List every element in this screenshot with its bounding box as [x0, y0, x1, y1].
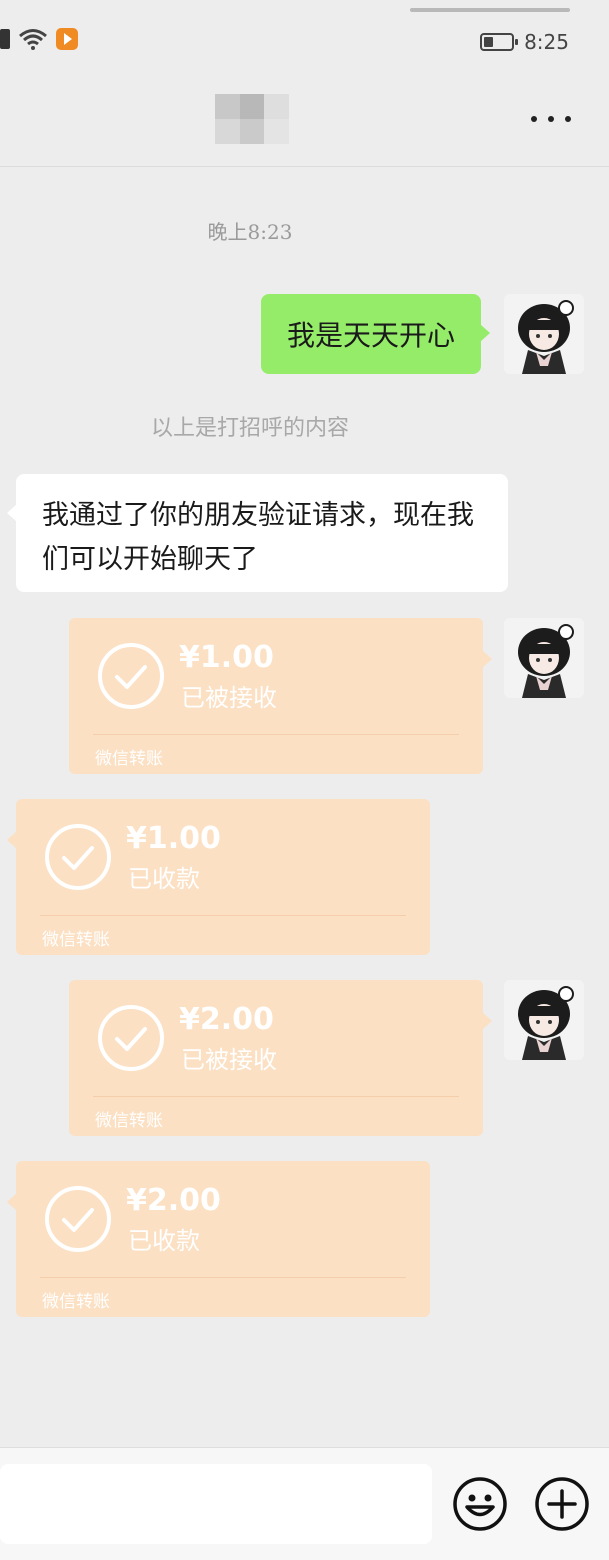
chat-timestamp: 晚上8:23	[207, 220, 293, 244]
message-bubble-sent[interactable]: 我是天天开心	[261, 294, 490, 374]
video-app-icon	[56, 28, 78, 50]
system-message: 以上是打招呼的内容	[150, 416, 349, 441]
status-icons-left	[0, 28, 78, 50]
sim-card-icon	[0, 29, 10, 49]
transfer-amount: ¥2.00	[126, 1183, 221, 1218]
chat-screen: 8:25 晚上8:23 我是天天开心 以上是打招呼的内容 我通过了你的朋友验证请…	[0, 0, 609, 1560]
transfer-card-received[interactable]: ¥1.00 已收款 微信转账	[7, 799, 430, 955]
divider	[40, 1277, 406, 1278]
transfer-amount: ¥1.00	[179, 640, 274, 675]
my-avatar[interactable]	[504, 980, 584, 1060]
status-time: 8:25	[524, 30, 569, 54]
dot-icon	[531, 116, 537, 122]
check-circle-icon	[97, 1004, 165, 1072]
transfer-footer: 微信转账	[95, 1111, 163, 1131]
top-indicator	[410, 8, 570, 12]
contact-name-blurred	[215, 94, 289, 144]
my-avatar[interactable]	[504, 294, 584, 374]
message-input[interactable]	[0, 1464, 432, 1544]
emoji-button[interactable]	[452, 1476, 508, 1532]
wifi-icon	[18, 28, 48, 50]
dot-icon	[565, 116, 571, 122]
status-icons-right: 8:25	[480, 30, 569, 54]
transfer-card-sent[interactable]: ¥1.00 已被接收 微信转账	[69, 618, 492, 774]
my-avatar[interactable]	[504, 618, 584, 698]
transfer-status: 已收款	[128, 1227, 200, 1255]
check-circle-icon	[44, 823, 112, 891]
dot-icon	[548, 116, 554, 122]
input-bar	[0, 1447, 609, 1560]
transfer-amount: ¥1.00	[126, 821, 221, 856]
status-bar: 8:25	[0, 0, 609, 78]
divider	[40, 915, 406, 916]
more-options-button[interactable]	[531, 114, 571, 124]
chat-header	[0, 78, 609, 167]
transfer-amount: ¥2.00	[179, 1002, 274, 1037]
transfer-card-sent[interactable]: ¥2.00 已被接收 微信转账	[69, 980, 492, 1136]
transfer-status: 已被接收	[181, 684, 277, 712]
transfer-status: 已被接收	[181, 1046, 277, 1074]
divider	[93, 734, 459, 735]
transfer-footer: 微信转账	[42, 1292, 110, 1312]
battery-icon	[480, 33, 519, 51]
transfer-footer: 微信转账	[95, 749, 163, 769]
more-actions-button[interactable]	[534, 1476, 590, 1532]
transfer-card-received[interactable]: ¥2.00 已收款 微信转账	[7, 1161, 430, 1317]
check-circle-icon	[44, 1185, 112, 1253]
divider	[93, 1096, 459, 1097]
plus-icon	[535, 1477, 589, 1531]
transfer-footer: 微信转账	[42, 930, 110, 950]
transfer-status: 已收款	[128, 865, 200, 893]
check-circle-icon	[97, 642, 165, 710]
emoji-icon	[453, 1477, 507, 1531]
message-bubble-received[interactable]: 我通过了你的朋友验证请求，现在我们可以开始聊天了	[7, 474, 508, 592]
